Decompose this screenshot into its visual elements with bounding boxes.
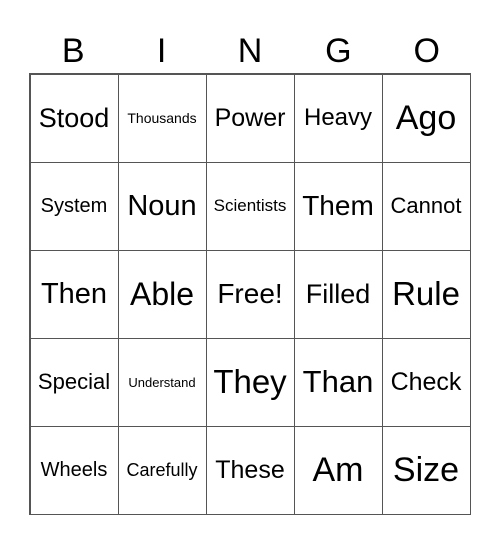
cell-text: Understand (128, 374, 196, 390)
cell-text: Am (312, 450, 364, 489)
cell-text: These (215, 455, 285, 484)
bingo-cell[interactable]: Heavy (293, 73, 383, 163)
cell-text: Cannot (390, 193, 462, 218)
header-letter-b: B (61, 32, 85, 70)
bingo-cell[interactable]: Able (117, 249, 207, 339)
cell-text: System (40, 194, 108, 217)
header-letter-o: O (413, 32, 440, 70)
cell-text: Scientists (213, 196, 287, 215)
bingo-cell[interactable]: Special (29, 337, 119, 427)
bingo-cell[interactable]: Than (293, 337, 383, 427)
bingo-cell[interactable]: These (205, 425, 295, 515)
bingo-cell[interactable]: Check (381, 337, 471, 427)
cell-text: Filled (305, 278, 371, 309)
bingo-cell[interactable]: Size (381, 425, 471, 515)
cell-text: Stood (38, 102, 110, 133)
bingo-cell[interactable]: They (205, 337, 295, 427)
bingo-card-grid: Stood Thousands Power Heavy Ago System N… (29, 73, 471, 515)
bingo-cell[interactable]: Rule (381, 249, 471, 339)
header-letter-n: N (237, 32, 263, 70)
bingo-cell[interactable]: Stood (29, 73, 119, 163)
cell-text: Then (40, 277, 108, 310)
bingo-cell[interactable]: Am (293, 425, 383, 515)
bingo-cell[interactable]: System (29, 161, 119, 251)
bingo-cell[interactable]: Carefully (117, 425, 207, 515)
cell-text: Size (392, 450, 460, 489)
bingo-cell[interactable]: Thousands (117, 73, 207, 163)
bingo-header: B I N G O (29, 28, 471, 74)
bingo-cell[interactable]: Ago (381, 73, 471, 163)
cell-text: Ago (395, 98, 457, 137)
cell-text: They (213, 363, 287, 400)
free-space-cell[interactable]: Free! (205, 249, 295, 339)
bingo-cell[interactable]: Them (293, 161, 383, 251)
header-letter-i: I (156, 32, 167, 70)
bingo-cell[interactable]: Filled (293, 249, 383, 339)
cell-text: Check (390, 367, 462, 396)
cell-text: Wheels (40, 458, 108, 481)
bingo-cell[interactable]: Noun (117, 161, 207, 251)
bingo-cell[interactable]: Scientists (205, 161, 295, 251)
bingo-cell[interactable]: Cannot (381, 161, 471, 251)
cell-text: Free! (217, 278, 283, 309)
bingo-cell[interactable]: Wheels (29, 425, 119, 515)
cell-text: Noun (127, 189, 197, 222)
cell-text: Thousands (127, 110, 197, 126)
cell-text: Rule (392, 275, 460, 312)
cell-text: Them (302, 190, 374, 221)
header-letter-g: G (325, 32, 352, 70)
cell-text: Power (214, 103, 286, 132)
cell-text: Carefully (126, 459, 198, 480)
cell-text: Than (302, 364, 374, 399)
cell-text: Special (37, 369, 111, 394)
cell-text: Able (129, 275, 195, 312)
bingo-cell[interactable]: Power (205, 73, 295, 163)
cell-text: Heavy (303, 104, 373, 131)
bingo-cell[interactable]: Understand (117, 337, 207, 427)
bingo-cell[interactable]: Then (29, 249, 119, 339)
